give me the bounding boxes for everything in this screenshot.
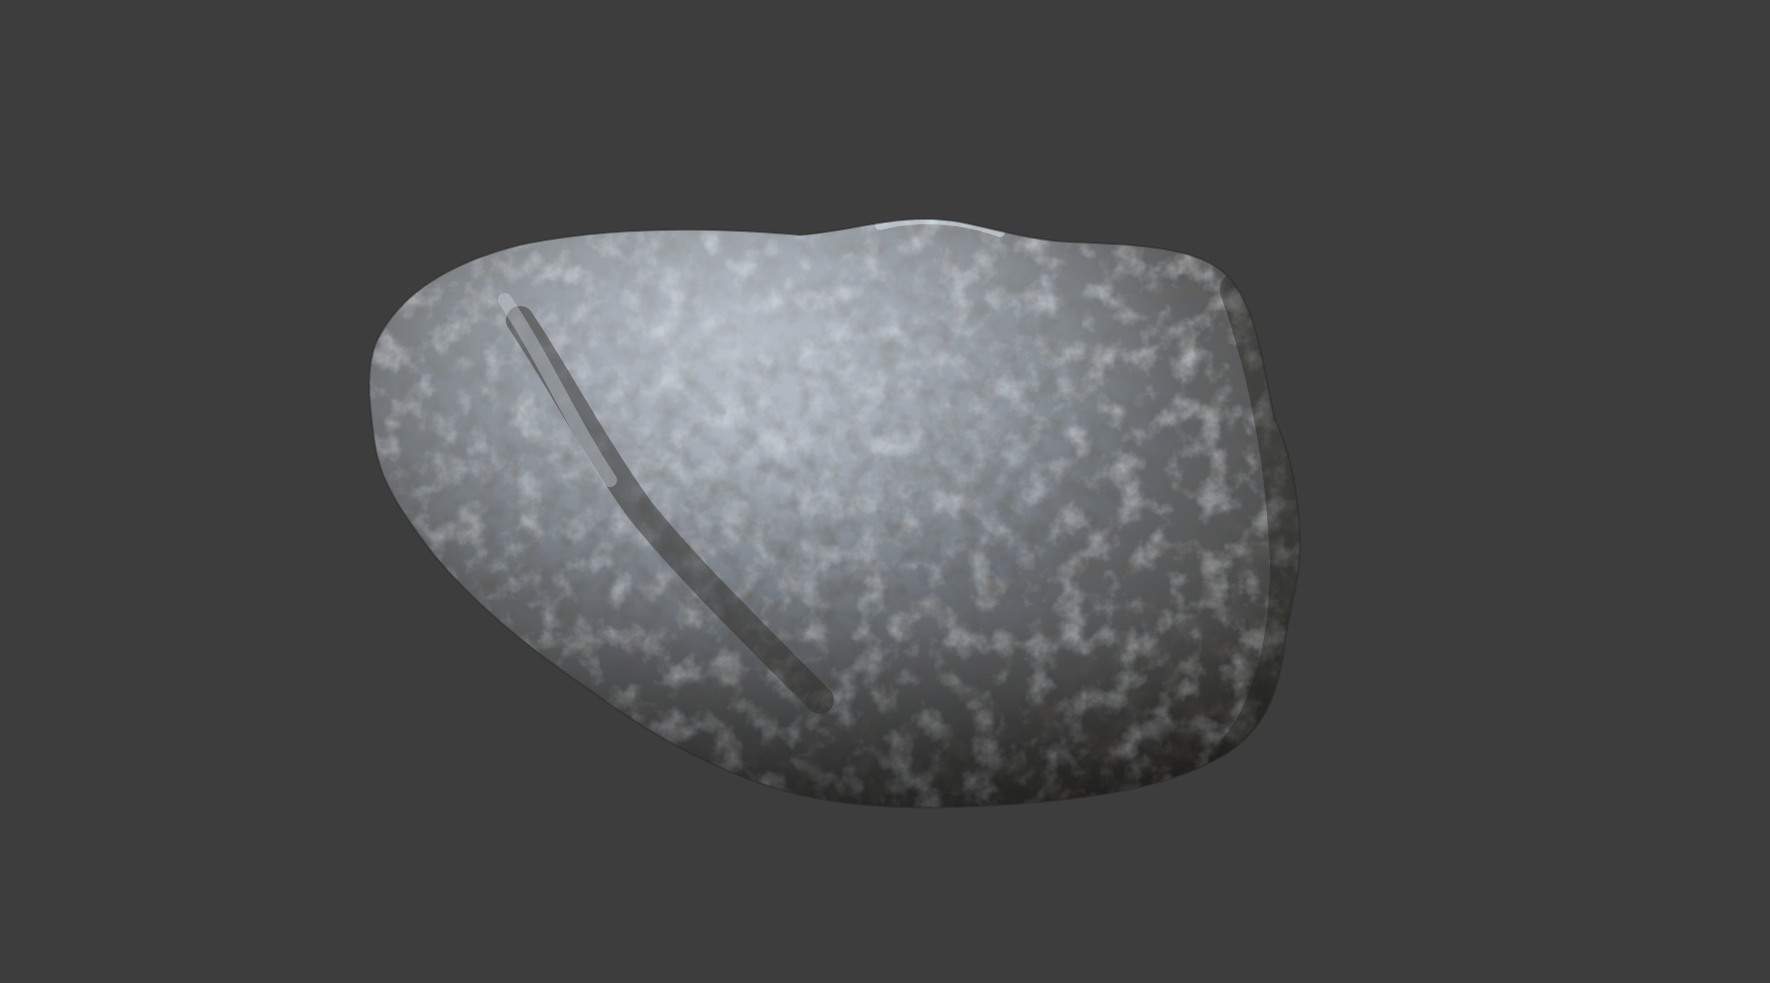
3d-viewport[interactable] [0, 0, 1770, 983]
rock-render [368, 218, 1302, 809]
rock-shape [369, 219, 1300, 808]
